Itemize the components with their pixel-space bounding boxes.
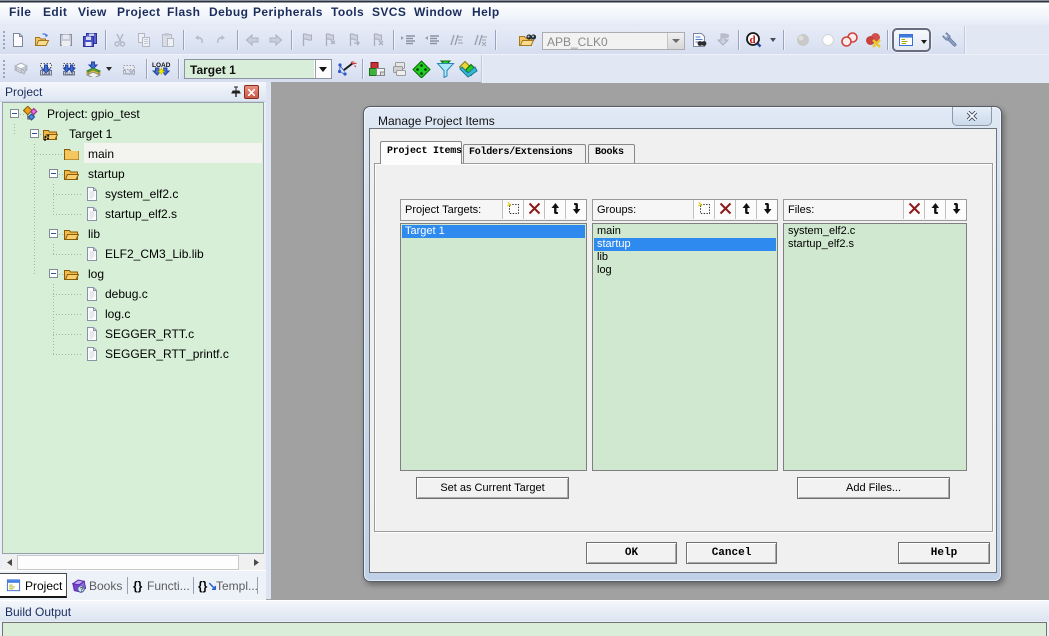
svg-text:?: ? bbox=[80, 586, 84, 593]
svg-text:d: d bbox=[750, 34, 756, 46]
